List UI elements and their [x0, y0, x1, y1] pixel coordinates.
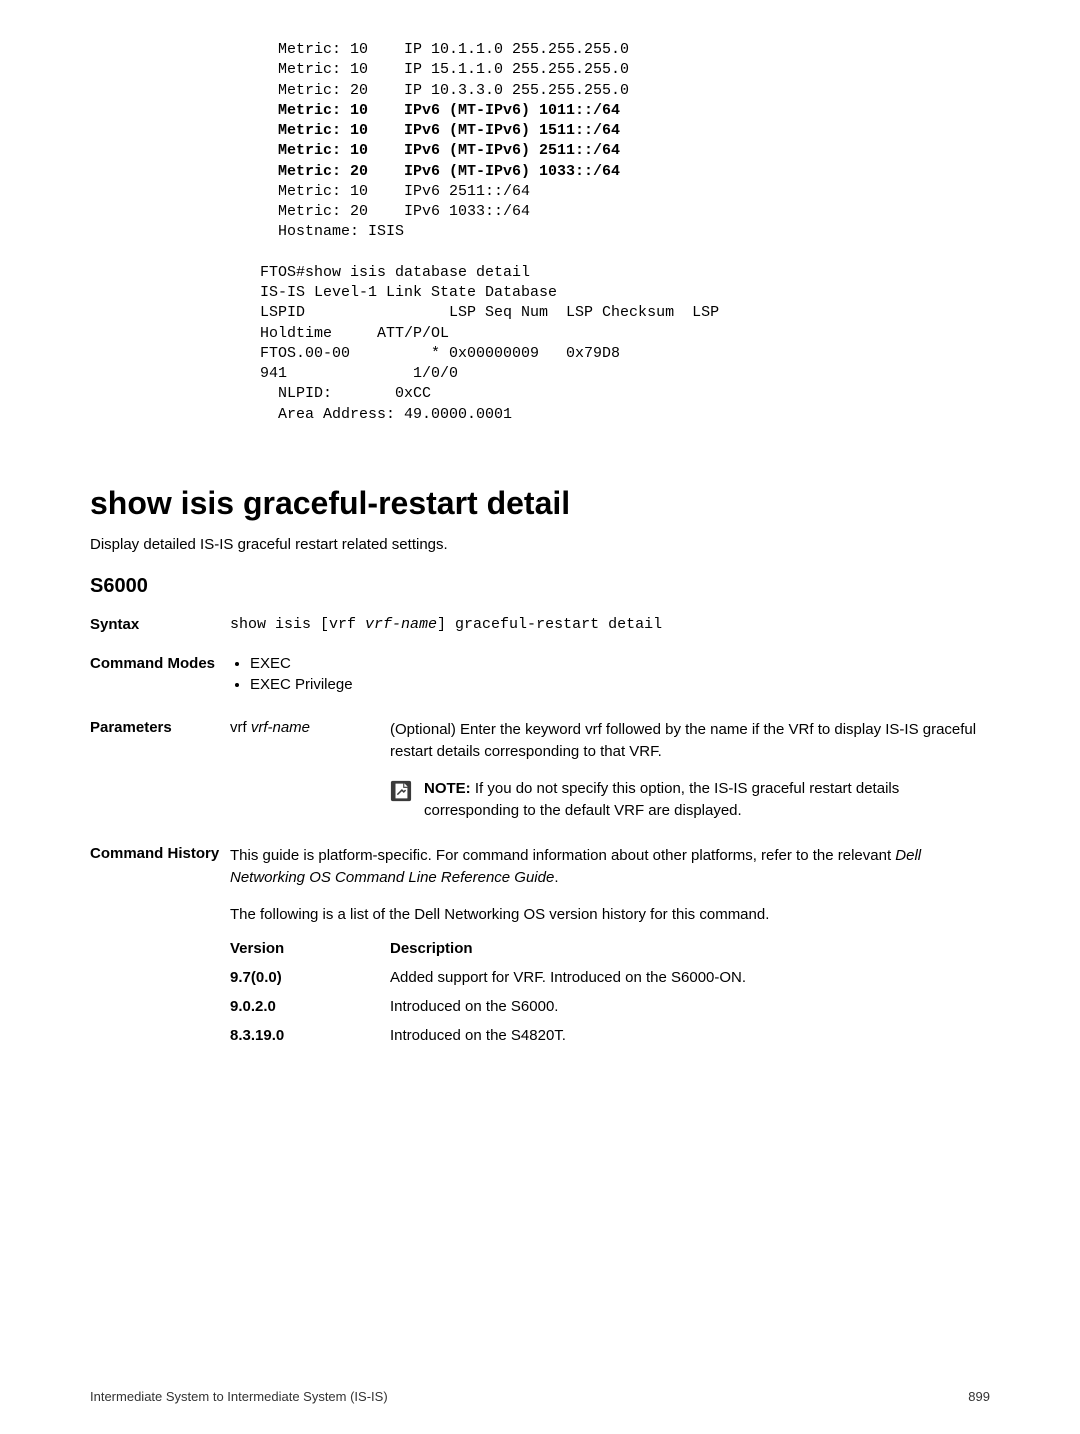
version-col-header: Version [230, 940, 390, 957]
version-desc: Added support for VRF. Introduced on the… [390, 969, 990, 986]
note-icon [390, 780, 412, 802]
code-line: Metric: 20 IPv6 (MT-IPv6) 1033::/64 [260, 163, 620, 180]
version-table: Version Description 9.7(0.0)Added suppor… [230, 940, 990, 1044]
params-label: Parameters [90, 719, 230, 736]
param-desc: (Optional) Enter the keyword vrf followe… [390, 719, 990, 764]
param-keyword: vrf [230, 719, 251, 736]
code-line: Metric: 10 IPv6 (MT-IPv6) 1011::/64 [260, 102, 620, 119]
note-text: NOTE: If you do not specify this option,… [424, 778, 990, 823]
version-row: 9.0.2.0Introduced on the S6000. [230, 998, 990, 1015]
params-row: Parameters vrf vrf-name (Optional) Enter… [90, 719, 990, 823]
version-header: Version Description [230, 940, 990, 957]
platform-subhead: S6000 [90, 575, 990, 598]
code-line: 941 1/0/0 [260, 365, 458, 382]
note-label: NOTE: [424, 780, 475, 797]
version-value: 8.3.19.0 [230, 1027, 390, 1044]
params-content: vrf vrf-name (Optional) Enter the keywor… [230, 719, 990, 823]
code-line: Holdtime ATT/P/OL [260, 325, 449, 342]
code-line: Metric: 10 IP 10.1.1.0 255.255.255.0 [260, 41, 629, 58]
code-line: Metric: 10 IPv6 (MT-IPv6) 1511::/64 [260, 122, 620, 139]
history-note2: The following is a list of the Dell Netw… [230, 904, 990, 927]
syntax-row: Syntax show isis [vrf vrf-name] graceful… [90, 616, 990, 633]
footer-left: Intermediate System to Intermediate Syst… [90, 1389, 388, 1404]
version-value: 9.0.2.0 [230, 998, 390, 1015]
version-row: 9.7(0.0)Added support for VRF. Introduce… [230, 969, 990, 986]
code-line: Hostname: ISIS [260, 223, 404, 240]
modes-content: EXEC EXEC Privilege [230, 655, 990, 697]
modes-label: Command Modes [90, 655, 230, 672]
note-body: If you do not specify this option, the I… [424, 780, 899, 820]
version-desc: Introduced on the S4820T. [390, 1027, 990, 1044]
syntax-label: Syntax [90, 616, 230, 633]
syntax-post: ] graceful-restart detail [437, 616, 662, 633]
code-line: FTOS.00-00 * 0x00000009 0x79D8 [260, 345, 692, 362]
history-desc-post: . [554, 869, 558, 886]
history-label: Command History [90, 845, 230, 862]
param-entry: vrf vrf-name (Optional) Enter the keywor… [230, 719, 990, 764]
code-line: Metric: 10 IP 15.1.1.0 255.255.255.0 [260, 61, 629, 78]
code-line: IS-IS Level-1 Link State Database [260, 284, 557, 301]
cli-output: Metric: 10 IP 10.1.1.0 255.255.255.0 Met… [260, 40, 990, 425]
code-line: Area Address: 49.0000.0001 [260, 406, 512, 423]
param-name: vrf vrf-name [230, 719, 390, 736]
syntax-command: show isis [vrf vrf-name] graceful-restar… [230, 616, 990, 633]
footer-page-number: 899 [968, 1389, 990, 1404]
history-desc-pre: This guide is platform-specific. For com… [230, 847, 895, 864]
history-content: This guide is platform-specific. For com… [230, 845, 990, 1057]
section-desc: Display detailed IS-IS graceful restart … [90, 536, 990, 553]
desc-col-header: Description [390, 940, 990, 957]
section-title: show isis graceful-restart detail [90, 485, 990, 522]
history-desc: This guide is platform-specific. For com… [230, 845, 990, 890]
code-line: LSPID LSP Seq Num LSP Checksum LSP [260, 304, 728, 321]
history-row: Command History This guide is platform-s… [90, 845, 990, 1057]
mode-item: EXEC Privilege [250, 676, 990, 693]
param-name-ital: vrf-name [251, 719, 310, 736]
code-line: NLPID: 0xCC [260, 385, 431, 402]
code-line: Metric: 10 IPv6 (MT-IPv6) 2511::/64 [260, 142, 620, 159]
page-footer: Intermediate System to Intermediate Syst… [90, 1389, 990, 1404]
modes-row: Command Modes EXEC EXEC Privilege [90, 655, 990, 697]
version-value: 9.7(0.0) [230, 969, 390, 986]
code-line: Metric: 20 IP 10.3.3.0 255.255.255.0 [260, 82, 629, 99]
code-line: Metric: 20 IPv6 1033::/64 [260, 203, 530, 220]
version-desc: Introduced on the S6000. [390, 998, 990, 1015]
modes-list: EXEC EXEC Privilege [230, 655, 990, 693]
code-line: FTOS#show isis database detail [260, 264, 530, 281]
mode-item: EXEC [250, 655, 990, 672]
syntax-ital: vrf-name [365, 616, 437, 633]
syntax-pre: show isis [vrf [230, 616, 365, 633]
version-row: 8.3.19.0Introduced on the S4820T. [230, 1027, 990, 1044]
note-row: NOTE: If you do not specify this option,… [390, 778, 990, 823]
code-line: Metric: 10 IPv6 2511::/64 [260, 183, 530, 200]
